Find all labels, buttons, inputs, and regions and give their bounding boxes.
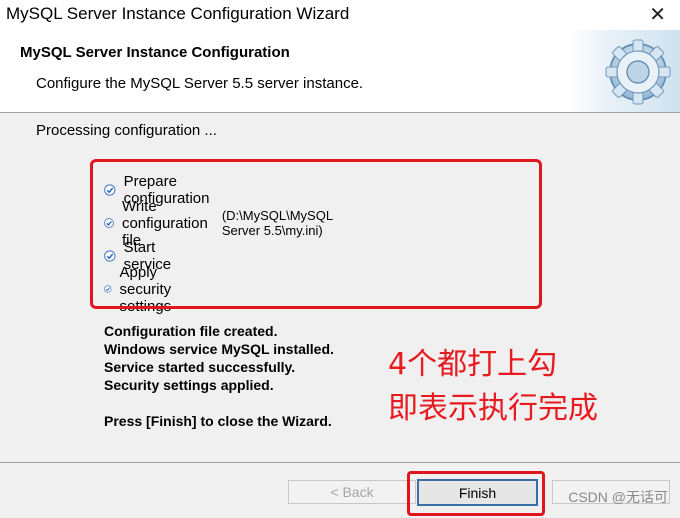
processing-label: Processing configuration ... <box>36 122 217 139</box>
close-hint: Press [Finish] to close the Wizard. <box>104 413 332 429</box>
result-line: Configuration file created. <box>104 323 278 339</box>
window-title: MySQL Server Instance Configuration Wiza… <box>6 4 350 23</box>
result-line: Service started successfully. <box>104 359 296 375</box>
header-banner <box>570 30 680 112</box>
result-line: Security settings applied. <box>104 377 274 393</box>
wizard-content: Processing configuration ... Prepare con… <box>0 113 680 462</box>
result-line: Windows service MySQL installed. <box>104 341 334 357</box>
wizard-header: MySQL Server Instance Configuration Conf… <box>0 30 680 113</box>
watermark: CSDN @无话可 <box>568 489 668 505</box>
finish-button[interactable]: Finish <box>417 479 538 506</box>
gear-icon <box>605 39 671 105</box>
window-titlebar: MySQL Server Instance Configuration Wiza… <box>0 0 680 30</box>
page-title: MySQL Server Instance Configuration <box>20 44 290 61</box>
steps-highlight-box <box>90 159 542 309</box>
annotation-line-1: 4个都打上勾 <box>388 347 558 382</box>
wizard-footer: < Back Finish CSDN @无话可 <box>0 462 680 518</box>
page-subtitle: Configure the MySQL Server 5.5 server in… <box>36 75 364 92</box>
annotation-line-2: 即表示执行完成 <box>388 391 598 426</box>
back-button[interactable]: < Back <box>288 480 416 504</box>
close-icon[interactable]: ✕ <box>649 2 666 27</box>
